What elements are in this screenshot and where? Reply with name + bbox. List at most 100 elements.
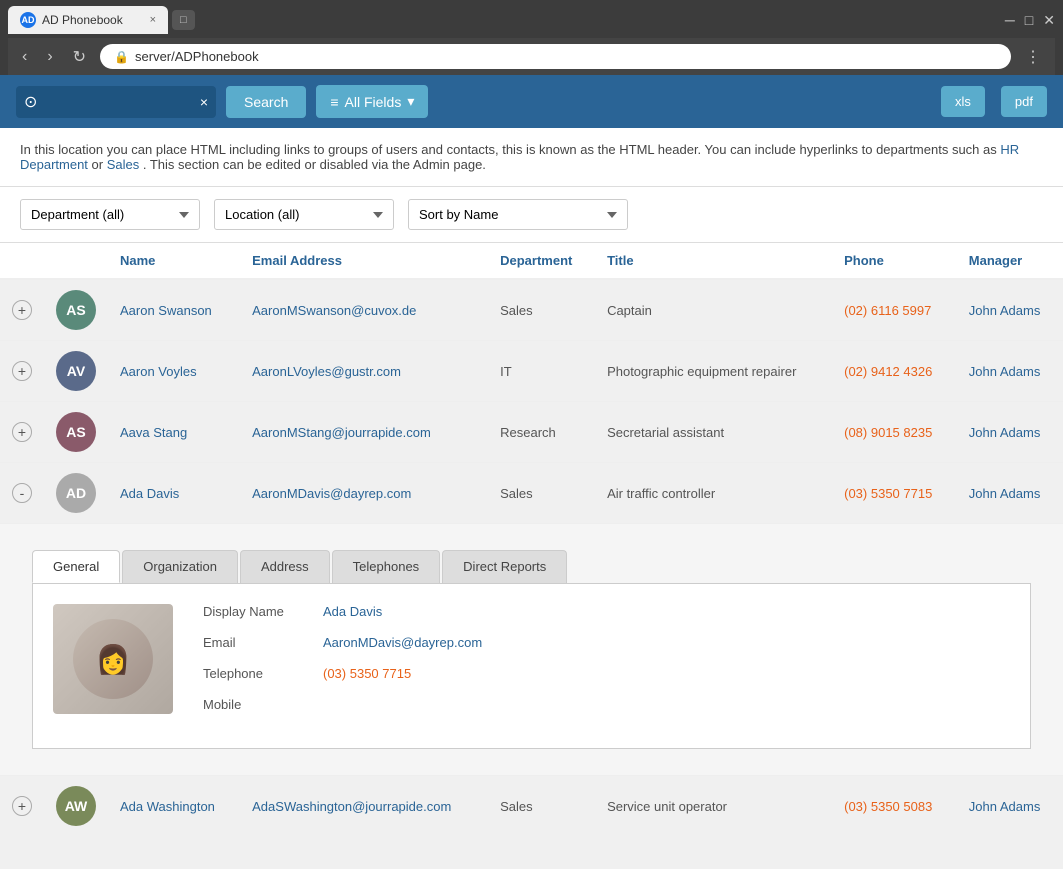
location-filter[interactable]: Location (all) Sydney Melbourne [214,199,394,230]
tab-close-btn[interactable]: × [150,14,156,26]
info-text-before: In this location you can place HTML incl… [20,142,1000,157]
manager-cell: John Adams [957,776,1063,833]
phone-link[interactable]: (02) 6116 5997 [844,303,931,318]
mobile-field: Mobile [203,697,1010,712]
contact-name-link[interactable]: Aava Stang [120,425,187,440]
th-expand [0,243,44,279]
expand-cell[interactable]: + [0,341,44,402]
forward-btn[interactable]: › [41,46,58,68]
name-cell: Ada Washington [108,776,240,833]
manager-cell: John Adams [957,463,1063,524]
info-banner: In this location you can place HTML incl… [0,128,1063,187]
manager-link[interactable]: John Adams [969,799,1041,814]
manager-link[interactable]: John Adams [969,425,1041,440]
expand-btn[interactable]: - [12,483,32,503]
avatar: AD [56,473,96,513]
phone-link[interactable]: (02) 9412 4326 [844,364,932,379]
email-link[interactable]: AaronLVoyles@gustr.com [252,364,401,379]
expand-btn[interactable]: + [12,422,32,442]
email-cell: AaronMStang@jourrapide.com [240,402,488,463]
expand-btn[interactable]: + [12,796,32,816]
address-icon: 🔒 [114,50,129,64]
phone-cell: (02) 6116 5997 [832,279,957,341]
avatar-cell: AS [44,402,108,463]
dept-cell: Sales [488,463,595,524]
contacts-tbody: + AS Aaron Swanson AaronMSwanson@cuvox.d… [0,279,1063,832]
search-input[interactable] [16,86,216,118]
new-tab-btn[interactable]: □ [172,10,195,30]
title-bar: AD AD Phonebook × □ ─ □ ✕ [8,6,1055,34]
telephone-value: (03) 5350 7715 [323,666,411,681]
phone-link[interactable]: (08) 9015 8235 [844,425,932,440]
address-bar[interactable]: 🔒 server/ADPhonebook [100,44,1011,69]
avatar: AS [56,290,96,330]
detail-tab[interactable]: Telephones [332,550,441,583]
back-btn[interactable]: ‹ [16,46,33,68]
expand-cell[interactable]: + [0,402,44,463]
minimize-btn[interactable]: ─ [1005,12,1015,28]
browser-chrome: AD AD Phonebook × □ ─ □ ✕ ‹ › ↻ 🔒 server… [0,0,1063,75]
refresh-btn[interactable]: ↻ [67,45,92,69]
manager-link[interactable]: John Adams [969,486,1041,501]
detail-tab[interactable]: Address [240,550,330,583]
table-row: + AW Ada Washington AdaSWashington@jourr… [0,776,1063,833]
expand-cell[interactable]: - [0,463,44,524]
manager-link[interactable]: John Adams [969,364,1041,379]
pdf-export-btn[interactable]: pdf [1001,86,1047,117]
phone-cell: (03) 5350 5083 [832,776,957,833]
table-row: + AS Aaron Swanson AaronMSwanson@cuvox.d… [0,279,1063,341]
dept-cell: IT [488,341,595,402]
expand-cell[interactable]: + [0,279,44,341]
detail-cell: GeneralOrganizationAddressTelephonesDire… [0,524,1063,776]
detail-tab[interactable]: Direct Reports [442,550,567,583]
detail-tab[interactable]: General [32,550,120,583]
mobile-label: Mobile [203,697,303,712]
title-cell: Air traffic controller [595,463,832,524]
sort-filter[interactable]: Sort by Name Sort by Department Sort by … [408,199,628,230]
xls-export-btn[interactable]: xls [941,86,985,117]
contact-name-link[interactable]: Aaron Swanson [120,303,212,318]
search-button[interactable]: Search [226,86,306,118]
expand-btn[interactable]: + [12,361,32,381]
contact-photo: 👩 [53,604,173,714]
phone-link[interactable]: (03) 5350 7715 [844,486,932,501]
contact-name-link[interactable]: Ada Washington [120,799,215,814]
email-link[interactable]: AdaSWashington@jourrapide.com [252,799,451,814]
browser-more-btn[interactable]: ⋮ [1019,45,1047,69]
dept-cell: Sales [488,279,595,341]
email-link[interactable]: AaronMDavis@dayrep.com [252,486,411,501]
contact-name-link[interactable]: Ada Davis [120,486,179,501]
search-wrapper: ⊙ × [16,86,216,118]
address-text: server/ADPhonebook [135,49,259,64]
maximize-btn[interactable]: □ [1025,12,1033,28]
title-cell: Photographic equipment repairer [595,341,832,402]
department-filter[interactable]: Department (all) Sales IT Research [20,199,200,230]
telephone-field: Telephone (03) 5350 7715 [203,666,1010,681]
app-header: ⊙ × Search ≡ All Fields ▾ xls pdf [0,75,1063,128]
dept-cell: Sales [488,776,595,833]
name-cell: Ada Davis [108,463,240,524]
email-value: AaronMDavis@dayrep.com [323,635,482,650]
th-title: Title [595,243,832,279]
contact-name-link[interactable]: Aaron Voyles [120,364,197,379]
email-field: Email AaronMDavis@dayrep.com [203,635,1010,650]
phone-cell: (02) 9412 4326 [832,341,957,402]
th-avatar [44,243,108,279]
contacts-table: Name Email Address Department Title Phon… [0,243,1063,832]
th-dept: Department [488,243,595,279]
email-link[interactable]: AaronMStang@jourrapide.com [252,425,431,440]
browser-tab[interactable]: AD AD Phonebook × [8,6,168,34]
email-link[interactable]: AaronMSwanson@cuvox.de [252,303,416,318]
sales-link[interactable]: Sales [107,157,140,172]
expand-btn[interactable]: + [12,300,32,320]
manager-cell: John Adams [957,279,1063,341]
detail-tab[interactable]: Organization [122,550,238,583]
th-name: Name [108,243,240,279]
expand-cell[interactable]: + [0,776,44,833]
phone-link[interactable]: (03) 5350 5083 [844,799,932,814]
search-clear-btn[interactable]: × [200,94,208,110]
email-label: Email [203,635,303,650]
close-btn[interactable]: ✕ [1043,12,1055,29]
fields-button[interactable]: ≡ All Fields ▾ [316,85,428,118]
manager-link[interactable]: John Adams [969,303,1041,318]
